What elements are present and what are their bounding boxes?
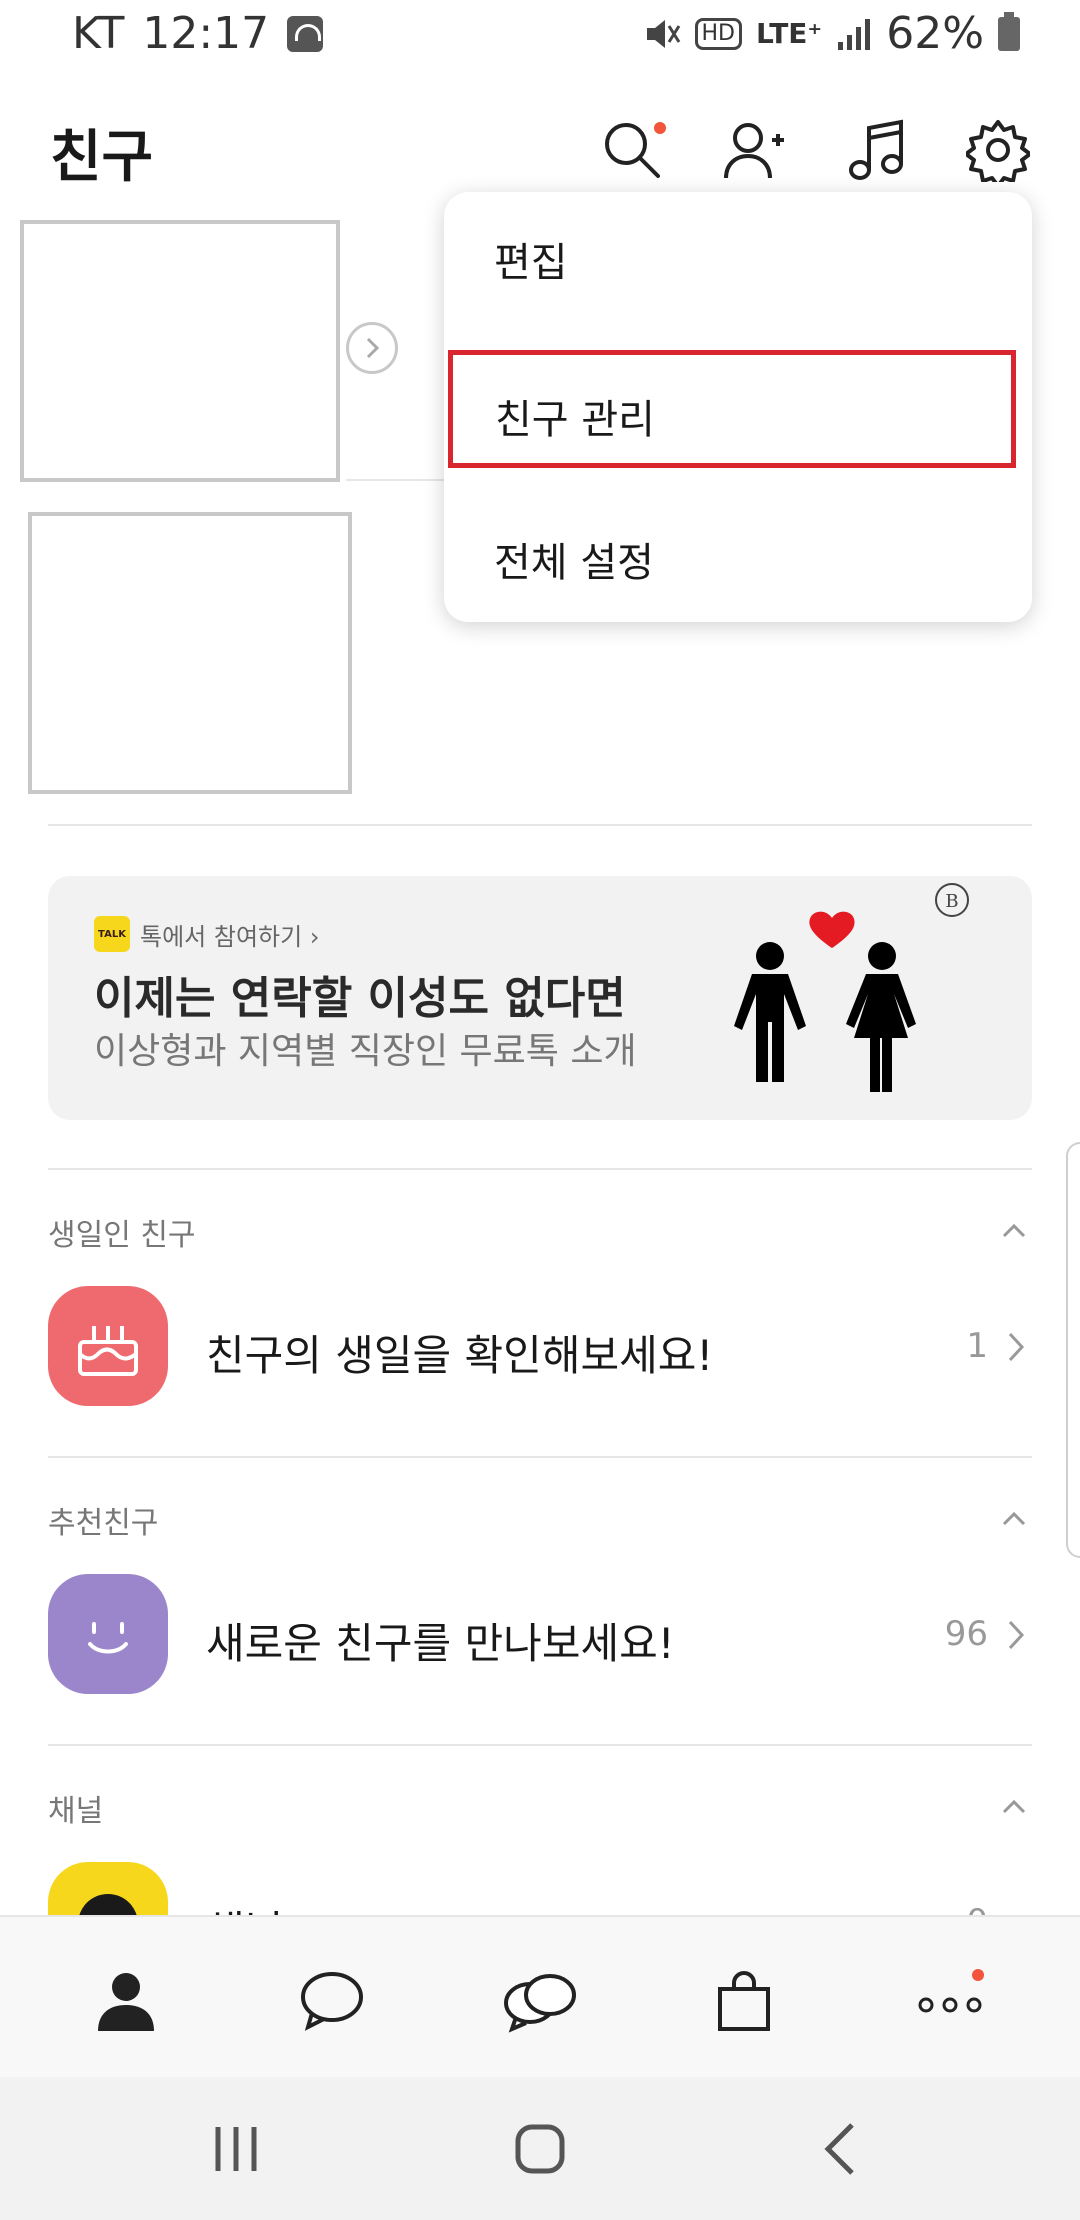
smiley-face-icon	[48, 1574, 168, 1694]
hd-voice-icon: HD	[694, 17, 742, 50]
my-profile-image[interactable]	[20, 220, 340, 482]
birthday-cake-icon	[48, 1286, 168, 1406]
battery-icon	[998, 11, 1020, 51]
time-label: 12:17	[142, 8, 270, 59]
chevron-up-icon[interactable]	[1000, 1504, 1028, 1532]
settings-icon[interactable]	[964, 118, 1032, 188]
tab-more[interactable]	[914, 1965, 986, 2037]
tab-shopping[interactable]	[708, 1965, 780, 2037]
menu-item-all-settings[interactable]: 전체 설정	[444, 492, 1032, 610]
birthday-row[interactable]: 친구의 생일을 확인해보세요! 1	[48, 1286, 1032, 1410]
section-header-channel: 채널	[48, 1794, 104, 1829]
divider	[48, 824, 1032, 826]
section-header-birthday: 생일인 친구	[48, 1218, 196, 1253]
recommended-row-label: 새로운 친구를 만나보세요!	[206, 1619, 675, 1668]
status-right: HD LTE⁺ 62%	[641, 8, 1020, 59]
mute-icon	[646, 19, 680, 48]
profile-expand-button[interactable]	[346, 322, 398, 374]
battery-percent: 62%	[886, 8, 984, 59]
ad-source: TALK 톡에서 참여하기 ›	[94, 916, 319, 952]
search-icon[interactable]	[600, 118, 666, 182]
music-icon[interactable]	[844, 118, 908, 182]
notification-dot	[654, 122, 666, 134]
menu-item-label: 전체 설정	[494, 540, 654, 586]
bottom-navigation	[0, 1915, 1080, 2077]
network-type: LTE⁺	[755, 17, 823, 50]
header-toolbar	[600, 118, 1032, 188]
open-chat-icon	[504, 1974, 576, 2033]
more-dots-icon	[918, 1969, 984, 2013]
recommended-count: 96	[944, 1614, 988, 1654]
tab-friends[interactable]	[90, 1965, 162, 2037]
birthday-count: 1	[966, 1326, 988, 1366]
chevron-right-icon	[1008, 1620, 1025, 1650]
status-bar: KT 12:17 HD LTE⁺ 62%	[0, 0, 1080, 72]
person-icon	[98, 1973, 154, 2031]
system-navigation-bar	[0, 2077, 1080, 2220]
talk-logo-icon: TALK	[94, 916, 130, 952]
chevron-up-icon[interactable]	[1000, 1216, 1028, 1244]
svg-text:B: B	[945, 891, 958, 912]
divider	[48, 1456, 1032, 1458]
chat-bubble-icon	[301, 1972, 363, 2031]
status-left: KT 12:17	[72, 8, 324, 59]
recommended-row[interactable]: 새로운 친구를 만나보세요! 96	[48, 1574, 1032, 1698]
add-friend-icon[interactable]	[722, 118, 786, 182]
ad-title: 이제는 연락할 이성도 없다면	[94, 973, 626, 1024]
divider	[48, 1168, 1032, 1170]
wifi-icon	[287, 15, 324, 52]
page-title: 친구	[50, 125, 154, 190]
friend-profile-image[interactable]	[28, 512, 352, 794]
scroll-handle[interactable]	[1066, 1142, 1080, 1558]
chevron-up-icon[interactable]	[1000, 1792, 1028, 1820]
divider	[346, 479, 446, 481]
section-header-recommended: 추천친구	[48, 1506, 159, 1541]
recent-apps-icon[interactable]	[206, 2119, 266, 2179]
tab-openchat[interactable]	[502, 1965, 576, 2037]
signal-icon	[838, 18, 871, 50]
carrier-label: KT	[72, 8, 125, 59]
menu-item-manage-friends[interactable]: 친구 관리	[448, 350, 1016, 468]
tab-chats[interactable]	[296, 1965, 368, 2037]
ad-subtitle: 이상형과 지역별 직장인 무료톡 소개	[94, 1031, 637, 1072]
back-icon[interactable]	[812, 2119, 872, 2179]
couple-heart-image: B	[734, 883, 969, 1092]
settings-dropdown-menu: 편집 친구 관리 전체 설정	[444, 192, 1032, 622]
ad-banner[interactable]: TALK 톡에서 참여하기 › 이제는 연락할 이성도 없다면 이상형과 지역별…	[48, 876, 1032, 1120]
menu-item-edit[interactable]: 편집	[444, 192, 1032, 310]
menu-item-label: 친구 관리	[495, 397, 655, 443]
chevron-right-icon	[366, 337, 380, 359]
shopping-bag-icon	[718, 1971, 770, 2031]
home-icon[interactable]	[510, 2119, 570, 2179]
divider	[48, 1744, 1032, 1746]
birthday-row-label: 친구의 생일을 확인해보세요!	[206, 1331, 714, 1380]
menu-item-label: 편집	[494, 240, 568, 286]
ad-source-label: 톡에서 참여하기 ›	[140, 922, 320, 951]
chevron-right-icon	[1008, 1332, 1025, 1362]
